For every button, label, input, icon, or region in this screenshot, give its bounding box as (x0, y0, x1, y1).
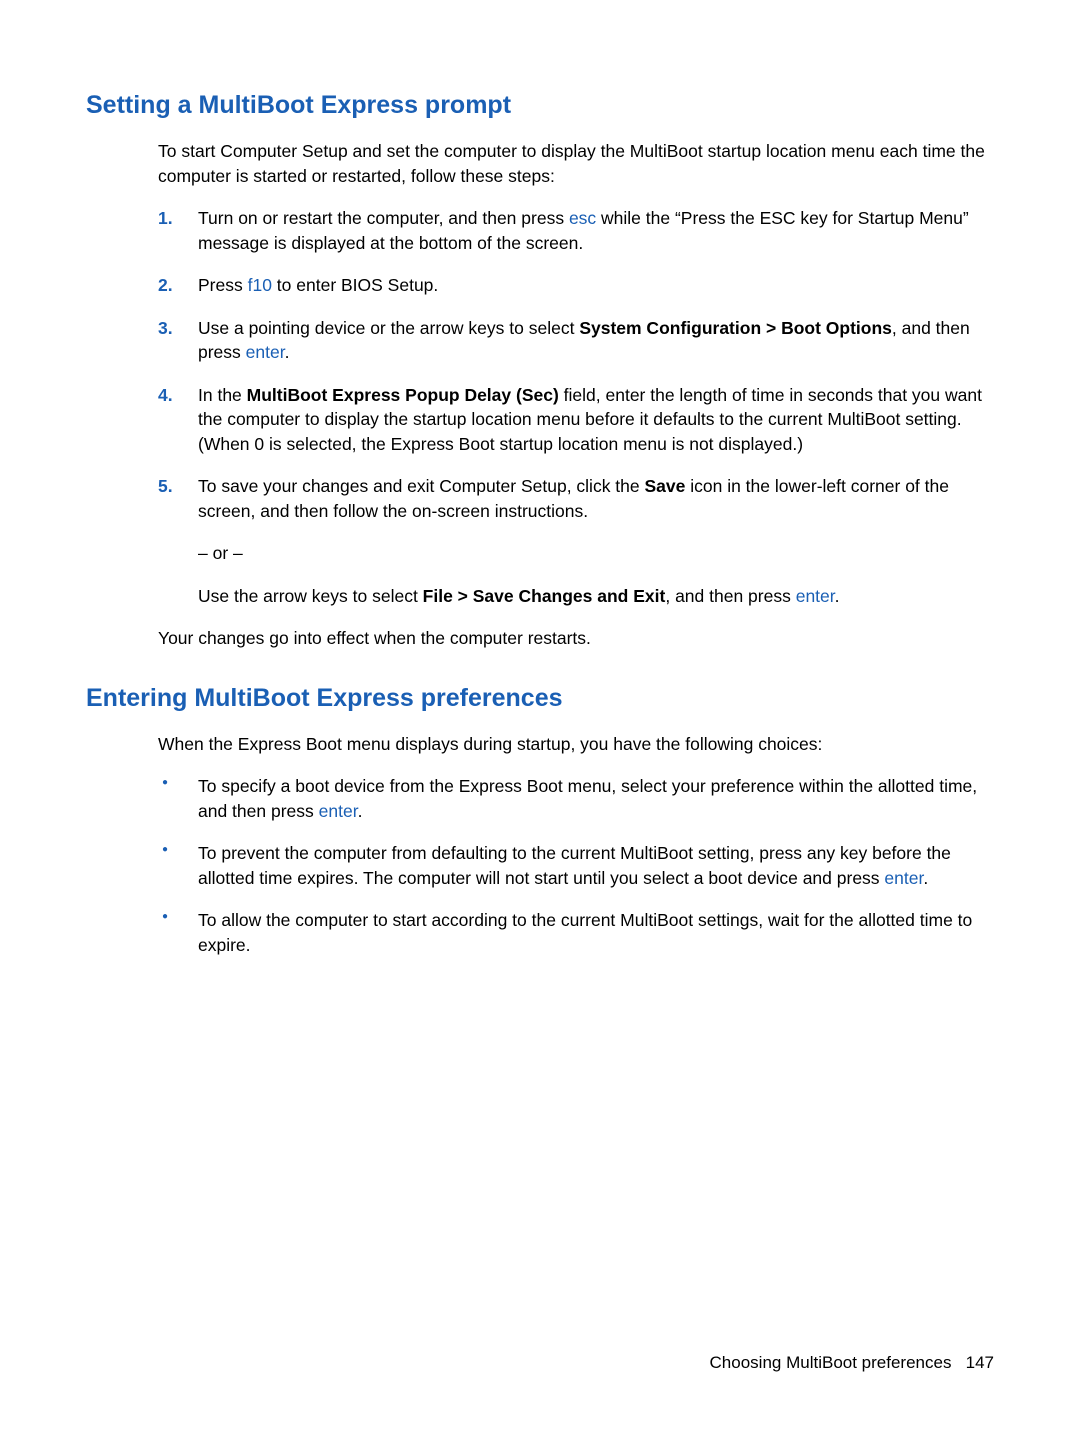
or-separator: – or – (198, 541, 994, 566)
step-number: 2. (158, 273, 173, 298)
step-text-pre: Use a pointing device or the arrow keys … (198, 318, 579, 338)
key-f10: f10 (248, 275, 272, 295)
bullet-3: To allow the computer to start according… (158, 908, 994, 957)
page-number: 147 (966, 1353, 994, 1372)
bold-text: Save (645, 476, 686, 496)
key-enter: enter (884, 868, 923, 888)
bullet-1: To specify a boot device from the Expres… (158, 774, 994, 823)
step-text-pre: Press (198, 275, 248, 295)
section-heading-1: Setting a MultiBoot Express prompt (86, 88, 994, 123)
alt-mid: , and then press (665, 586, 795, 606)
key-enter: enter (796, 586, 835, 606)
key-esc: esc (569, 208, 596, 228)
alt-post: . (835, 586, 840, 606)
footer-text: Choosing MultiBoot preferences (710, 1353, 952, 1372)
bullet-2: To prevent the computer from defaulting … (158, 841, 994, 890)
step-number: 4. (158, 383, 173, 408)
step-number: 3. (158, 316, 173, 341)
bullet-post: . (923, 868, 928, 888)
key-enter: enter (319, 801, 358, 821)
step-number: 1. (158, 206, 173, 231)
bullet-post: . (358, 801, 363, 821)
alt-pre: Use the arrow keys to select (198, 586, 423, 606)
step-text-post: to enter BIOS Setup. (272, 275, 438, 295)
step-text-post: . (285, 342, 290, 362)
ordered-steps-list: 1. Turn on or restart the computer, and … (158, 206, 994, 608)
step-5: 5. To save your changes and exit Compute… (158, 474, 994, 608)
bullet-text: To allow the computer to start according… (198, 910, 972, 955)
step-text-pre: In the (198, 385, 247, 405)
section2-intro: When the Express Boot menu displays duri… (158, 732, 994, 757)
bullet-list: To specify a boot device from the Expres… (158, 774, 994, 957)
step-1: 1. Turn on or restart the computer, and … (158, 206, 994, 255)
bullet-pre: To specify a boot device from the Expres… (198, 776, 977, 821)
step-number: 5. (158, 474, 173, 499)
bold-text: System Configuration > Boot Options (579, 318, 892, 338)
step-2: 2. Press f10 to enter BIOS Setup. (158, 273, 994, 298)
bold-text: File > Save Changes and Exit (423, 586, 666, 606)
step-3: 3. Use a pointing device or the arrow ke… (158, 316, 994, 365)
alternative-step: Use the arrow keys to select File > Save… (198, 584, 994, 609)
step-text-pre: Turn on or restart the computer, and the… (198, 208, 569, 228)
key-enter: enter (246, 342, 285, 362)
section1-intro: To start Computer Setup and set the comp… (158, 139, 994, 188)
step-text-pre: To save your changes and exit Computer S… (198, 476, 645, 496)
section-heading-2: Entering MultiBoot Express preferences (86, 681, 994, 716)
page-footer: Choosing MultiBoot preferences 147 (710, 1351, 994, 1375)
bullet-pre: To prevent the computer from defaulting … (198, 843, 951, 888)
step-4: 4. In the MultiBoot Express Popup Delay … (158, 383, 994, 457)
bold-text: MultiBoot Express Popup Delay (Sec) (247, 385, 559, 405)
section1-closing: Your changes go into effect when the com… (158, 626, 994, 651)
